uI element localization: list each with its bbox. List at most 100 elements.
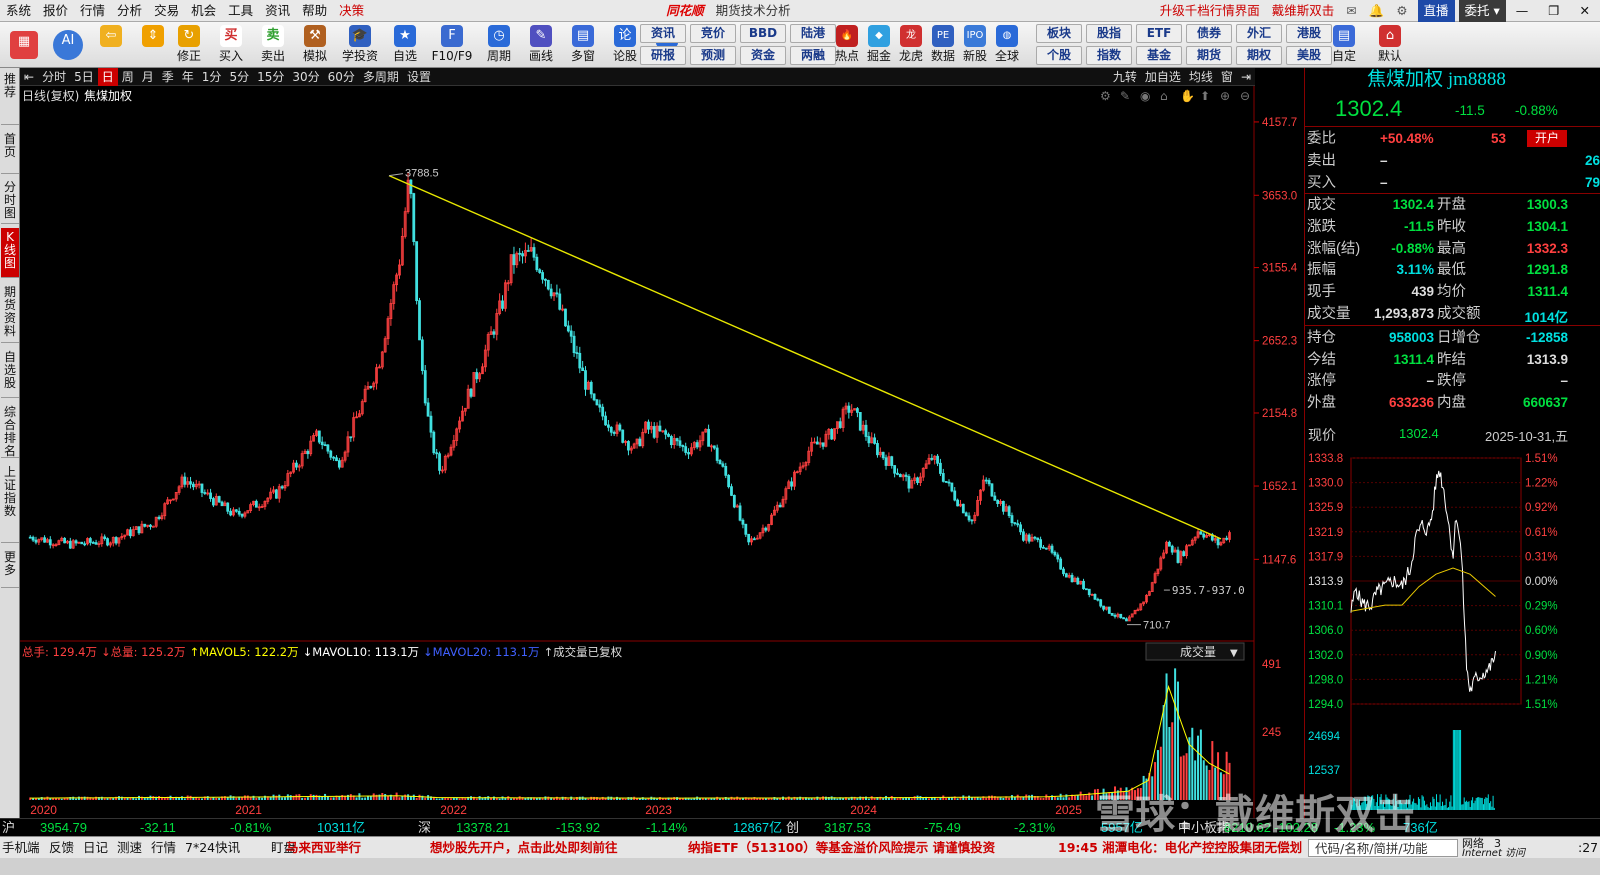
period-tab[interactable]: 5日: [70, 68, 98, 86]
volume-selector[interactable]: 成交量 ▼: [1145, 642, 1245, 661]
chart-tool-icon[interactable]: ⌂: [1160, 89, 1168, 103]
toolbar-globe-button[interactable]: ◍ 全球: [990, 24, 1024, 66]
toolbar-f10-button[interactable]: F F10/F9: [430, 24, 474, 66]
quick-link-button[interactable]: 研报: [640, 46, 686, 65]
live-button[interactable]: 直播: [1417, 0, 1455, 22]
sidebar-tab[interactable]: 更多: [1, 548, 19, 588]
period-tab[interactable]: 1分: [198, 68, 226, 86]
toolbar-fix-button[interactable]: ↻ 修正: [172, 24, 206, 66]
toolbar-dragon-button[interactable]: 龙龙虎: [894, 24, 928, 66]
market-link-button[interactable]: 期货: [1186, 46, 1232, 65]
chart-tool-icon[interactable]: ✋: [1180, 89, 1195, 103]
menu-item[interactable]: 行情: [74, 0, 111, 22]
quick-link-button[interactable]: 资金: [740, 46, 786, 65]
toolbar-mortarboard-button[interactable]: 🎓 学投资: [340, 24, 380, 66]
kline-chart[interactable]: 日线(复权) 焦煤加权 ⚙ ✎ ◉ ⌂ ✋ ⬆ ⊕ ⊖ 4157.7 3653.0 3155.4 2652…: [20, 86, 1304, 818]
promo-link[interactable]: 戴维斯双击: [1266, 0, 1341, 22]
period-tab[interactable]: 15分: [253, 68, 288, 86]
close-icon[interactable]: ✕: [1570, 0, 1600, 22]
status-tab[interactable]: 7*24快讯: [185, 837, 240, 859]
market-link-button[interactable]: 期权: [1236, 46, 1282, 65]
upgrade-link[interactable]: 升级千档行情界面: [1154, 0, 1266, 22]
period-tab[interactable]: 周: [118, 68, 138, 86]
quick-link-button[interactable]: 预测: [690, 46, 736, 65]
index-name[interactable]: 深: [418, 819, 431, 837]
chart-tool-icon[interactable]: ⬆: [1200, 89, 1210, 103]
sidebar-tab[interactable]: 期货资料: [1, 283, 19, 343]
menu-item[interactable]: 工具: [222, 0, 259, 22]
toolbar-pen-button[interactable]: ✎ 画线: [524, 24, 558, 66]
news-ticker-item[interactable]: 19:45 湘潭电化：电化产控控股集团无偿划: [1058, 837, 1302, 859]
menu-item[interactable]: 机会: [185, 0, 222, 22]
market-link-button[interactable]: 股指: [1086, 24, 1132, 43]
minimize-icon[interactable]: —: [1506, 0, 1539, 22]
sidebar-tab[interactable]: 上证指数: [1, 463, 19, 543]
toolbar-windows-button[interactable]: ▤ 多窗: [566, 24, 600, 66]
period-tab[interactable]: 30分: [288, 68, 323, 86]
toolbar-custom-button[interactable]: ▤ 自定: [1322, 24, 1366, 66]
index-name[interactable]: 创: [786, 819, 799, 837]
period-tab[interactable]: 年: [178, 68, 198, 86]
toolbar-star-button[interactable]: ★ 自选: [388, 24, 422, 66]
market-link-button[interactable]: 基金: [1136, 46, 1182, 65]
open-account-button[interactable]: 开户: [1527, 130, 1567, 147]
status-tab[interactable]: 测速: [117, 837, 142, 859]
toolbar-up-down-button[interactable]: ⇕: [136, 24, 170, 66]
sidebar-tab[interactable]: 综合排名: [1, 403, 19, 458]
period-tab[interactable]: 分时: [38, 68, 70, 86]
toolbar-hot-button[interactable]: 🔥 热点: [830, 24, 864, 66]
news-ticker-item[interactable]: 纳指ETF（513100）等基金溢价风险提示 请谨慎投资: [688, 837, 995, 859]
chart-tool-icon[interactable]: ⊕: [1220, 89, 1230, 103]
market-link-button[interactable]: 板块: [1036, 24, 1082, 43]
market-link-button[interactable]: 外汇: [1236, 24, 1282, 43]
mail-icon[interactable]: ✉: [1340, 0, 1362, 22]
period-tab[interactable]: 5分: [225, 68, 253, 86]
toolbar-grid-button[interactable]: ▦: [6, 24, 42, 66]
status-tab[interactable]: 行情: [151, 837, 176, 859]
market-link-button[interactable]: 指数: [1086, 46, 1132, 65]
period-tab[interactable]: 日: [97, 67, 118, 86]
search-input[interactable]: 代码/名称/简拼/功能: [1308, 839, 1458, 857]
sidebar-tab[interactable]: 首页: [1, 130, 19, 174]
quick-link-button[interactable]: BBD: [740, 24, 786, 43]
restore-icon[interactable]: ❐: [1538, 0, 1569, 22]
settings-icon[interactable]: ⚙: [1390, 0, 1413, 22]
toolbar-sell-button[interactable]: 卖卖出: [256, 24, 290, 66]
quick-link-button[interactable]: 竞价: [690, 24, 736, 43]
chart-tool-icon[interactable]: ◉: [1140, 89, 1150, 103]
status-tab[interactable]: 日记: [83, 837, 108, 859]
menu-item[interactable]: 系统: [0, 0, 37, 22]
chart-tool-icon[interactable]: ⚙: [1100, 89, 1111, 103]
toolbar-gold-button[interactable]: ◆ 掘金: [862, 24, 896, 66]
toolbar-talk-button[interactable]: 论论股: [608, 24, 642, 66]
quick-link-button[interactable]: 资讯: [640, 24, 686, 43]
menu-item[interactable]: 决策: [333, 0, 370, 22]
toolbar-hammer-button[interactable]: ⚒ 模拟: [298, 24, 332, 66]
menu-item[interactable]: 帮助: [296, 0, 333, 22]
period-tab[interactable]: 设置: [403, 68, 435, 86]
menu-item[interactable]: 资讯: [259, 0, 296, 22]
period-tab[interactable]: 多周期: [359, 68, 403, 86]
period-tab[interactable]: 月: [138, 68, 158, 86]
chart-tool-icon[interactable]: ✎: [1120, 89, 1130, 103]
news-ticker-item[interactable]: 想炒股先开户，点击此处即刻前往: [430, 837, 618, 859]
market-link-button[interactable]: ETF: [1136, 24, 1182, 43]
period-tab[interactable]: 60分: [324, 68, 359, 86]
sidebar-tab[interactable]: 自选股: [1, 348, 19, 398]
news-ticker-item[interactable]: 马来西亚举行: [286, 837, 361, 859]
menu-item[interactable]: 报价: [37, 0, 74, 22]
menu-item[interactable]: 分析: [111, 0, 148, 22]
toolbar-clock-button[interactable]: ◷ 周期: [482, 24, 516, 66]
next-icon[interactable]: ⇥: [1237, 68, 1255, 86]
status-tab[interactable]: 手机端: [2, 837, 40, 859]
toolbar-ipo-button[interactable]: IPO 新股: [958, 24, 992, 66]
toolbar-back-arrow-button[interactable]: ⇦: [94, 24, 128, 66]
sidebar-tab[interactable]: 分时图: [1, 178, 19, 224]
intraday-chart[interactable]: 1333.8 1.51% 1330.0 1.22% 1325.9 0.92% 1321.9 0…: [1305, 450, 1568, 838]
period-right-tab[interactable]: 九转: [1109, 68, 1141, 86]
bell-icon[interactable]: 🔔: [1363, 0, 1391, 22]
sidebar-tab[interactable]: K线图: [1, 228, 19, 278]
entrust-button[interactable]: 委托 ▾: [1458, 0, 1506, 22]
period-right-tab[interactable]: 窗: [1217, 68, 1237, 86]
prev-icon[interactable]: ⇤: [20, 68, 38, 86]
